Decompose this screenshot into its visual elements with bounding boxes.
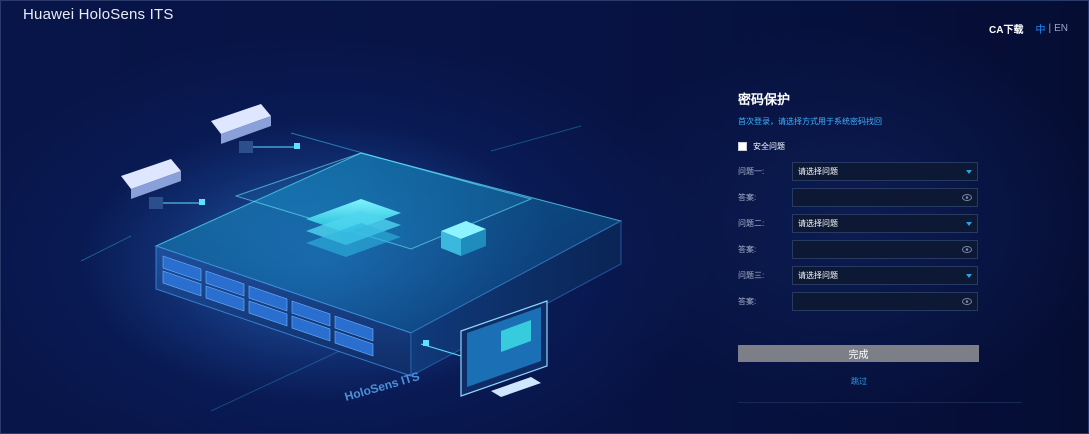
question-3-row: 问题三: 请选择问题: [738, 265, 980, 286]
chevron-down-icon: [966, 221, 972, 226]
server-illustration: HoloSens ITS: [80, 104, 623, 412]
answer-1-row: 答案:: [738, 187, 980, 208]
submit-button[interactable]: 完成: [738, 345, 979, 362]
security-question-label: 安全问题: [753, 142, 785, 151]
question-2-label: 问题二:: [738, 219, 765, 228]
eye-icon[interactable]: [962, 194, 972, 202]
panel-title: 密码保护: [738, 92, 791, 107]
answer-3-label: 答案:: [738, 297, 757, 306]
question-1-row: 问题一: 请选择问题: [738, 161, 980, 182]
question-1-label: 问题一:: [738, 167, 765, 176]
question-2-select[interactable]: 请选择问题: [792, 214, 978, 233]
eye-icon[interactable]: [962, 298, 972, 306]
app-title: Huawei HoloSens ITS: [23, 6, 174, 23]
header-links: CA下载 中 | EN: [989, 21, 1068, 36]
security-question-option[interactable]: 安全问题: [738, 141, 980, 152]
password-protection-panel: 密码保护 首次登录，请选择方式用于系统密码找回 安全问题 问题一: 请选择问题 …: [738, 89, 980, 387]
divider: [738, 402, 1022, 403]
question-2-value: 请选择问题: [798, 219, 838, 228]
answer-3-input[interactable]: [792, 292, 978, 311]
login-page: Huawei HoloSens ITS CA下载 中 | EN HoloSens…: [0, 0, 1089, 434]
question-1-select[interactable]: 请选择问题: [792, 162, 978, 181]
lang-zh-link[interactable]: 中: [1035, 21, 1045, 36]
answer-2-input[interactable]: [792, 240, 978, 259]
language-switcher: 中 | EN: [1035, 21, 1068, 36]
lang-separator: |: [1048, 23, 1052, 34]
question-2-row: 问题二: 请选择问题: [738, 213, 980, 234]
answer-1-label: 答案:: [738, 193, 757, 202]
panel-subtitle: 首次登录，请选择方式用于系统密码找回: [738, 117, 882, 126]
question-1-value: 请选择问题: [798, 167, 838, 176]
lang-en-link[interactable]: EN: [1054, 23, 1068, 34]
answer-3-row: 答案:: [738, 291, 980, 312]
skip-link[interactable]: 跳过: [738, 376, 980, 387]
question-3-select[interactable]: 请选择问题: [792, 266, 978, 285]
security-question-checkbox[interactable]: [738, 142, 747, 151]
answer-2-row: 答案:: [738, 239, 980, 260]
question-3-label: 问题三:: [738, 271, 765, 280]
eye-icon[interactable]: [962, 246, 972, 254]
answer-2-label: 答案:: [738, 245, 757, 254]
chevron-down-icon: [966, 169, 972, 174]
answer-1-input[interactable]: [792, 188, 978, 207]
ca-download-link[interactable]: CA下载: [989, 21, 1023, 36]
chevron-down-icon: [966, 273, 972, 278]
question-3-value: 请选择问题: [798, 271, 838, 280]
